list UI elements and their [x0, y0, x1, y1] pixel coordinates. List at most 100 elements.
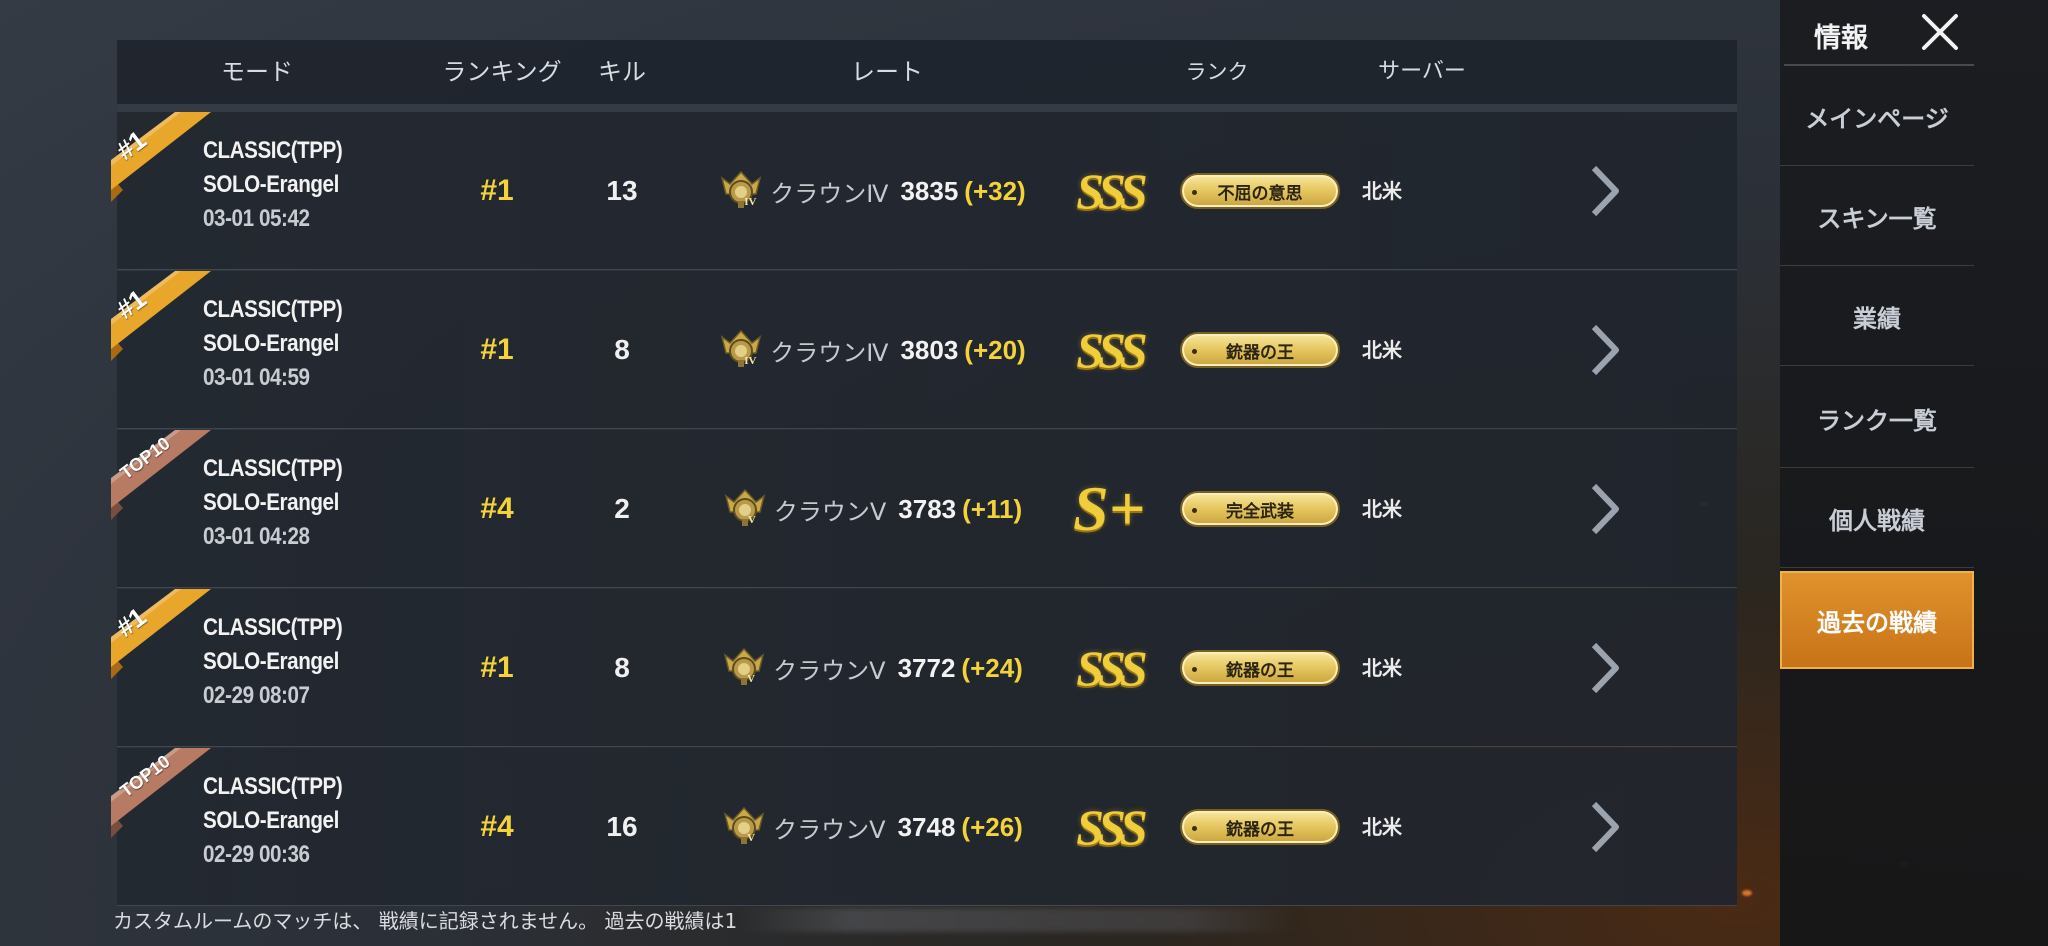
tier-numeral: IV: [744, 196, 757, 208]
sidebar-item-skin-list[interactable]: スキン一覧: [1780, 168, 1974, 266]
tier-numeral: V: [747, 514, 756, 526]
rate-value: 3783: [898, 493, 957, 524]
grade-icon: SSS: [1049, 589, 1169, 747]
rate-delta: (+11): [962, 493, 1023, 524]
match-datetime: 03-01 04:28: [203, 523, 310, 550]
tier-numeral: V: [747, 832, 756, 844]
map-name: SOLO-Erangel: [203, 489, 339, 516]
column-header-mode: モード: [221, 58, 293, 86]
kills-value: 2: [614, 493, 630, 524]
sidebar-header: 情報: [1780, 0, 2048, 66]
server-value: 北米: [1362, 656, 1402, 680]
match-datetime: 02-29 08:07: [203, 682, 310, 709]
title-label: 銃器の王: [1226, 819, 1294, 840]
mode-info: CLASSIC(TPP) SOLO-Erangel 03-01 04:59: [203, 293, 443, 395]
sidebar-item-achievements[interactable]: 業績: [1780, 268, 1974, 366]
divider: [1784, 64, 1974, 66]
tier-label: クラウンⅤ: [773, 656, 886, 685]
chevron-right-icon[interactable]: [1579, 798, 1629, 856]
sidebar-item-label: 業績: [1853, 305, 1901, 333]
sidebar-title: 情報: [1814, 23, 1868, 54]
footer-note: カスタムルームのマッチは、 戦績に記録されません。 過去の戦績は1: [113, 909, 738, 933]
sidebar-item-label: 過去の戦績: [1817, 608, 1937, 637]
sidebar: 情報 メインページ スキン一覧 業績 ランク一覧 個人戦績 過去の戦績: [1780, 0, 2048, 946]
crown-tier-icon: V: [722, 486, 768, 532]
chevron-right-icon[interactable]: [1579, 639, 1629, 697]
column-header-server: サーバー: [1378, 59, 1466, 84]
map-name: SOLO-Erangel: [203, 171, 339, 198]
chevron-right-icon[interactable]: [1579, 480, 1629, 538]
tier-label: クラウンⅤ: [773, 497, 887, 526]
kills-value: 8: [614, 334, 630, 365]
ranking-value: #1: [480, 174, 514, 207]
mode-info: CLASSIC(TPP) SOLO-Erangel 02-29 00:36: [203, 770, 443, 872]
mode-name: CLASSIC(TPP): [203, 296, 343, 323]
sidebar-item-label: 個人戦績: [1829, 507, 1925, 535]
redacted-text: [737, 908, 1297, 932]
ranking-value: #1: [480, 333, 514, 366]
records-panel: モード ランキング キル レート ランク サーバー #1 CLASSIC(TPP…: [111, 40, 1737, 906]
rate-info: IV クラウンⅣ 3803 (+20): [702, 271, 1042, 429]
column-header-kill: キル: [598, 58, 646, 86]
rate-delta: (+24): [961, 652, 1023, 683]
map-name: SOLO-Erangel: [203, 648, 339, 675]
rate-info: IV クラウンⅣ 3835 (+32): [702, 112, 1042, 270]
match-datetime: 02-29 00:36: [203, 841, 310, 868]
rate-info: V クラウンⅤ 3748 (+26): [702, 748, 1042, 906]
match-row[interactable]: #1 CLASSIC(TPP) SOLO-Erangel 03-01 04:59…: [111, 271, 1737, 429]
rate-delta: (+20): [964, 334, 1026, 365]
column-header-rate: レート: [851, 58, 923, 86]
mode-info: CLASSIC(TPP) SOLO-Erangel 03-01 04:28: [203, 452, 443, 554]
map-name: SOLO-Erangel: [203, 330, 339, 357]
kills-value: 16: [606, 811, 638, 842]
chevron-right-icon[interactable]: [1579, 321, 1629, 379]
column-header-rank: ランク: [1185, 60, 1249, 84]
map-name: SOLO-Erangel: [203, 807, 339, 834]
kills-value: 13: [606, 175, 638, 206]
title-label: 銃器の王: [1226, 342, 1294, 363]
match-history-screen: モード ランキング キル レート ランク サーバー #1 CLASSIC(TPP…: [0, 0, 2048, 946]
server-value: 北米: [1362, 179, 1402, 203]
match-row[interactable]: #1 CLASSIC(TPP) SOLO-Erangel 02-29 08:07…: [111, 589, 1737, 747]
grade-icon: SSS: [1049, 271, 1169, 429]
sidebar-item-personal-stats[interactable]: 個人戦績: [1780, 470, 1974, 568]
tier-numeral: V: [747, 673, 756, 685]
table-header: モード ランキング キル レート ランク サーバー: [117, 40, 1737, 112]
close-icon[interactable]: [1918, 10, 1962, 54]
crown-tier-icon: V: [721, 804, 767, 850]
mode-info: CLASSIC(TPP) SOLO-Erangel 02-29 08:07: [203, 611, 443, 713]
ranking-value: #1: [480, 651, 514, 684]
rate-info: V クラウンⅤ 3783 (+11): [702, 430, 1042, 588]
mode-name: CLASSIC(TPP): [203, 614, 343, 641]
rate-delta: (+32): [964, 175, 1026, 206]
ranking-value: #4: [480, 492, 514, 525]
grade-label: SSS: [1076, 799, 1147, 855]
sidebar-item-rank-list[interactable]: ランク一覧: [1780, 370, 1974, 468]
title-badge: 完全武装: [1180, 491, 1340, 527]
mode-info: CLASSIC(TPP) SOLO-Erangel 03-01 05:42: [203, 134, 443, 236]
title-badge: 銃器の王: [1180, 332, 1340, 368]
match-datetime: 03-01 05:42: [203, 205, 310, 232]
sidebar-item-past-records[interactable]: 過去の戦績: [1780, 571, 1974, 669]
match-row[interactable]: #1 CLASSIC(TPP) SOLO-Erangel 03-01 05:42…: [111, 112, 1737, 270]
rate-delta: (+26): [961, 811, 1023, 842]
crown-tier-icon: V: [721, 645, 767, 691]
match-row[interactable]: TOP10 CLASSIC(TPP) SOLO-Erangel 02-29 00…: [111, 748, 1737, 906]
tier-label: クラウンⅣ: [770, 179, 889, 208]
rate-value: 3803: [900, 334, 959, 365]
grade-icon: SSS: [1049, 112, 1169, 270]
rate-value: 3772: [897, 652, 956, 683]
match-list: #1 CLASSIC(TPP) SOLO-Erangel 03-01 05:42…: [111, 112, 1737, 906]
crown-tier-icon: IV: [718, 168, 764, 214]
server-value: 北米: [1362, 497, 1402, 521]
grade-label: SSS: [1076, 640, 1147, 696]
ember-particle: [1742, 890, 1752, 896]
chevron-right-icon[interactable]: [1579, 162, 1629, 220]
sidebar-item-label: メインページ: [1805, 105, 1949, 133]
sidebar-item-main-page[interactable]: メインページ: [1780, 68, 1974, 166]
title-badge: 不屈の意思: [1180, 173, 1340, 209]
sidebar-item-label: ランク一覧: [1817, 407, 1937, 435]
match-row[interactable]: TOP10 CLASSIC(TPP) SOLO-Erangel 03-01 04…: [111, 430, 1737, 588]
grade-icon: S+: [1049, 430, 1169, 588]
title-label: 完全武装: [1226, 501, 1294, 522]
